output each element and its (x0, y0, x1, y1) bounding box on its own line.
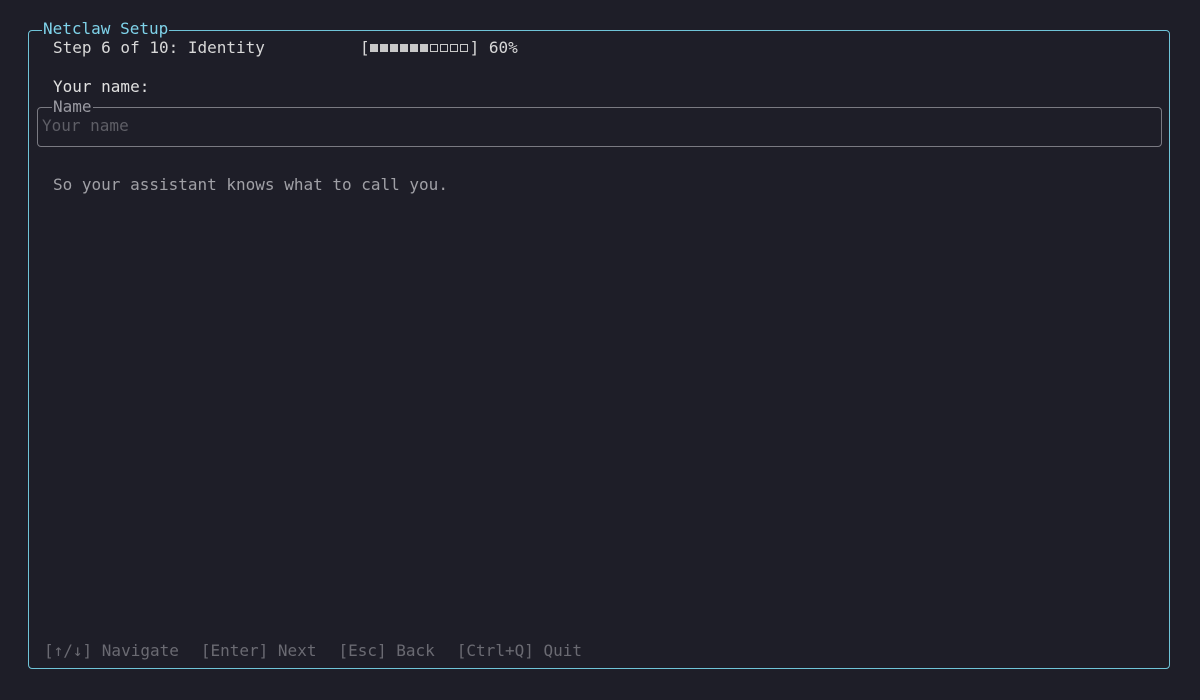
progress-segment-filled (379, 44, 388, 52)
name-prompt-label: Your name: (53, 77, 150, 96)
progress-segment-filled (369, 44, 378, 52)
name-field-legend: Name (52, 97, 93, 117)
next-hint: [Enter] Next (200, 641, 317, 660)
name-input[interactable] (42, 116, 1142, 136)
progress-close-bracket: ] (469, 38, 489, 57)
progress-indicator: [] 60% (360, 38, 518, 59)
name-hint-text: So your assistant knows what to call you… (53, 175, 448, 194)
back-hint: [Esc] Back (338, 641, 435, 660)
progress-segment-filled (399, 44, 408, 52)
progress-segment-empty (429, 44, 438, 52)
progress-bar (369, 39, 470, 59)
navigate-hint: [↑/↓] Navigate (44, 641, 179, 660)
progress-segment-empty (449, 44, 458, 52)
progress-open-bracket: [ (360, 38, 370, 57)
keyboard-hints: [↑/↓] Navigate [Enter] Next [Esc] Back [Ctr… (44, 641, 582, 661)
progress-segment-filled (409, 44, 418, 52)
step-indicator: Step 6 of 10: Identity (53, 38, 265, 57)
progress-segment-filled (389, 44, 398, 52)
progress-segment-empty (459, 44, 468, 52)
quit-hint: [Ctrl+Q] Quit (456, 641, 583, 660)
progress-segment-empty (439, 44, 448, 52)
window-title: Netclaw Setup (42, 19, 170, 39)
progress-segment-filled (419, 44, 428, 52)
progress-percent: 60% (488, 38, 518, 57)
